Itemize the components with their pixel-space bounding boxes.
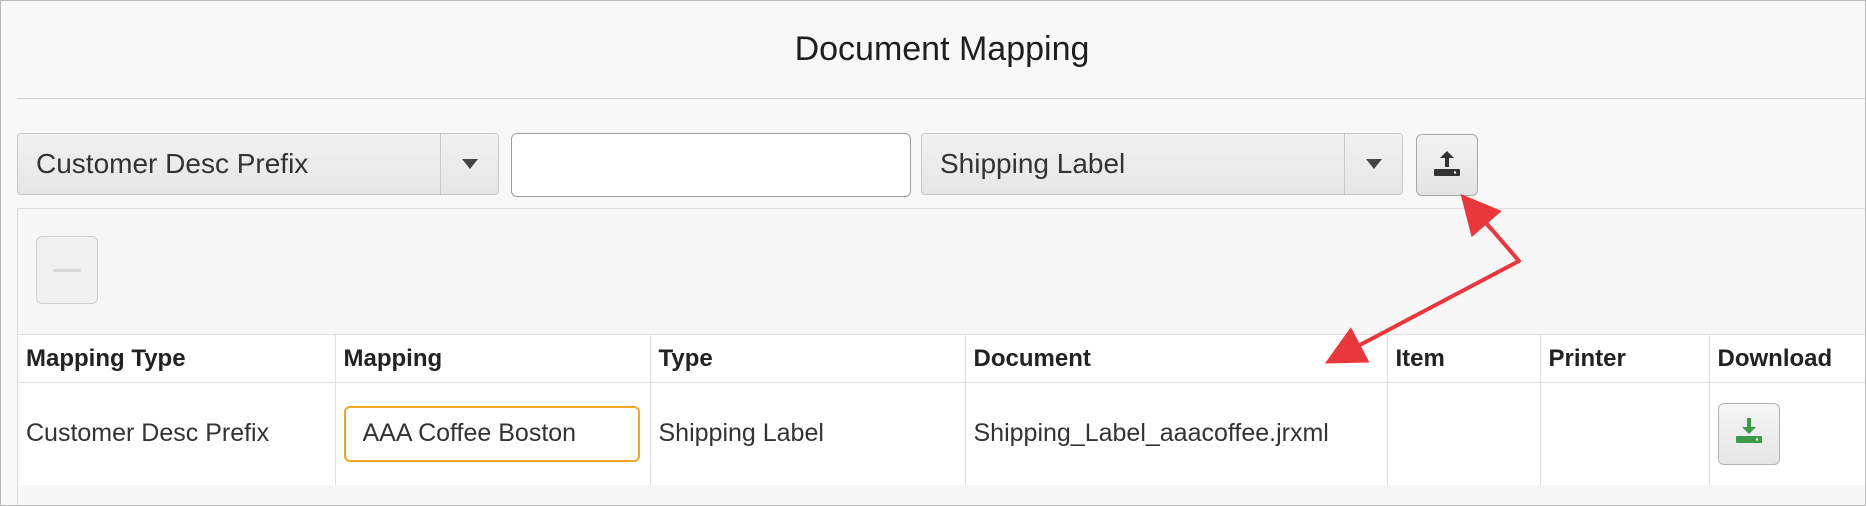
- chevron-down-icon[interactable]: [1344, 134, 1402, 194]
- table-row[interactable]: Customer Desc Prefix Shipping Label Ship…: [18, 382, 1865, 485]
- mapping-panel: Mapping Type Mapping Type Document Item …: [17, 208, 1865, 505]
- page-title: Document Mapping: [17, 1, 1865, 99]
- column-header-document[interactable]: Document: [965, 334, 1388, 383]
- upload-button[interactable]: [1416, 134, 1478, 196]
- column-header-item[interactable]: Item: [1387, 334, 1541, 383]
- mapping-type-select[interactable]: Customer Desc Prefix: [17, 133, 499, 195]
- cell-mapping-type: Customer Desc Prefix: [18, 382, 336, 485]
- document-mapping-window: Document Mapping Customer Desc Prefix Sh…: [0, 0, 1866, 506]
- upload-icon: [1432, 149, 1462, 182]
- column-header-download[interactable]: Download: [1709, 334, 1865, 383]
- column-header-type[interactable]: Type: [650, 334, 966, 383]
- minus-icon: [53, 268, 81, 272]
- document-type-select[interactable]: Shipping Label: [921, 133, 1403, 195]
- mapping-value-input[interactable]: [511, 133, 911, 197]
- column-header-mapping-type[interactable]: Mapping Type: [18, 334, 336, 383]
- cell-printer: [1540, 382, 1710, 485]
- cell-download: [1709, 382, 1865, 485]
- mapping-type-select-value: Customer Desc Prefix: [36, 148, 309, 179]
- cell-item: [1387, 382, 1541, 485]
- chevron-down-icon[interactable]: [440, 134, 498, 194]
- cell-type: Shipping Label: [650, 382, 966, 485]
- column-header-mapping[interactable]: Mapping: [335, 334, 651, 383]
- cell-document: Shipping_Label_aaacoffee.jrxml: [965, 382, 1388, 485]
- download-icon: [1734, 416, 1764, 451]
- download-button[interactable]: [1717, 402, 1780, 465]
- remove-mapping-button[interactable]: [36, 236, 98, 304]
- column-header-printer[interactable]: Printer: [1540, 334, 1710, 383]
- mapping-table: Mapping Type Mapping Type Document Item …: [18, 334, 1865, 485]
- table-header-row: Mapping Type Mapping Type Document Item …: [18, 334, 1865, 383]
- mapping-input[interactable]: [343, 405, 640, 462]
- document-type-select-value: Shipping Label: [940, 148, 1126, 179]
- cell-mapping: [335, 382, 651, 485]
